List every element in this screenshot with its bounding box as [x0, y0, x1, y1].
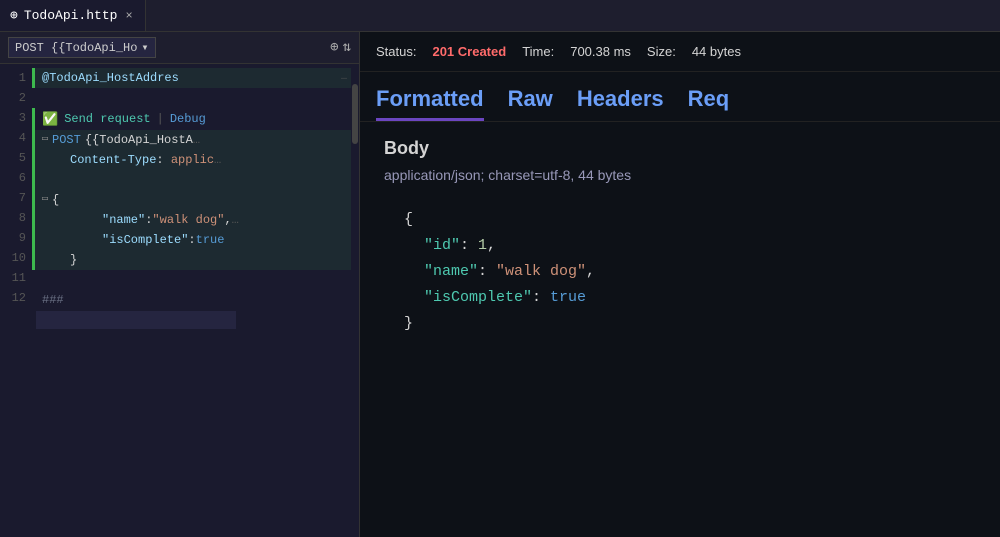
brace-open: { [52, 190, 59, 210]
post-keyword: POST [52, 130, 81, 150]
line-num-3: 3 [0, 108, 32, 128]
dropdown-arrow-icon: ▾ [141, 40, 148, 55]
tab-close-button[interactable]: × [123, 7, 134, 25]
line-num-11: 11 [0, 268, 32, 288]
status-code: 201 Created [432, 44, 506, 59]
code-content-area[interactable]: @TodoApi_HostAddres… ✅ Send request | [32, 64, 359, 537]
send-request-button[interactable]: Send request [64, 112, 150, 126]
tab-bar: ⊕ TodoApi.http × [0, 0, 1000, 32]
send-divider: | [157, 112, 164, 126]
json-line-iscomplete: "isComplete": true [404, 285, 976, 311]
line-num-2: 2 [0, 88, 32, 108]
request-bar-actions: ⊕ ⇅ [330, 39, 351, 56]
send-request-bar: ✅ Send request | Debug [32, 108, 359, 130]
response-panel: Status: 201 Created Time: 700.38 ms Size… [360, 32, 1000, 537]
content-type-info: application/json; charset=utf-8, 44 byte… [384, 167, 976, 183]
line-num-4: 4 [0, 128, 32, 148]
line-num-7: 7 [0, 188, 32, 208]
code-line-6: ▭ { [32, 190, 359, 210]
response-body: Body application/json; charset=utf-8, 44… [360, 122, 1000, 537]
tab-pin-icon: ⊕ [10, 8, 18, 23]
line-num-5: 5 [0, 148, 32, 168]
collapse-icon-3[interactable]: ▭ [42, 130, 48, 150]
green-bar-9 [32, 250, 35, 270]
post-url: {{TodoApi_HostA… [85, 130, 200, 150]
code-line-10 [32, 270, 359, 290]
code-line-3: ▭ POST {{TodoApi_HostA… [32, 130, 359, 150]
debug-button[interactable]: Debug [170, 112, 206, 126]
line-numbers: 1 2 3 4 5 6 7 8 9 10 11 12 [0, 64, 32, 537]
green-bar-8 [32, 230, 35, 250]
tab-filename: TodoApi.http [24, 8, 118, 23]
status-label: Status: [376, 44, 416, 59]
split-icon[interactable]: ⇅ [343, 39, 351, 56]
brace-close: } [48, 250, 77, 270]
request-bar: POST {{TodoApi_Ho ▾ ⊕ ⇅ [0, 32, 359, 64]
json-iscomplete-line: "isComplete":true [64, 230, 224, 250]
time-value: 700.38 ms [570, 44, 631, 59]
request-method-selector[interactable]: POST {{TodoApi_Ho ▾ [8, 37, 156, 58]
size-label: Size: [647, 44, 676, 59]
tab-todoapi[interactable]: ⊕ TodoApi.http × [0, 0, 146, 31]
code-line-2 [32, 88, 359, 108]
size-value: 44 bytes [692, 44, 741, 59]
code-line-1: @TodoApi_HostAddres… [32, 68, 359, 88]
line-num-8: 8 [0, 208, 32, 228]
code-line-5 [32, 170, 359, 190]
green-bar-2 [32, 88, 35, 108]
tab-formatted[interactable]: Formatted [376, 86, 484, 121]
green-bar-6 [32, 190, 35, 210]
response-tabs: Formatted Raw Headers Req [360, 72, 1000, 122]
scrollbar-thumb[interactable] [352, 84, 358, 144]
code-lines: @TodoApi_HostAddres… ✅ Send request | [32, 64, 359, 334]
json-name-line: "name":"walk dog",… [64, 210, 239, 230]
editor-panel: POST {{TodoApi_Ho ▾ ⊕ ⇅ 1 2 3 4 5 6 7 8 … [0, 32, 360, 537]
green-bar-send [32, 108, 35, 130]
separator-line: ### [36, 290, 64, 310]
line-num-6: 6 [0, 168, 32, 188]
body-heading: Body [384, 138, 976, 159]
main-content: POST {{TodoApi_Ho ▾ ⊕ ⇅ 1 2 3 4 5 6 7 8 … [0, 32, 1000, 537]
send-check-icon: ✅ [42, 112, 58, 127]
editor-scrollbar[interactable] [351, 64, 359, 537]
line-num-1: 1 [0, 68, 32, 88]
green-bar-4 [32, 150, 35, 170]
line-num-12: 12 [0, 288, 32, 308]
line-num-9: 9 [0, 228, 32, 248]
code-line-8: "isComplete":true [32, 230, 359, 250]
code-line-12 [32, 310, 359, 330]
green-bar-3 [32, 130, 35, 150]
code-line-11: ### [32, 290, 359, 310]
json-line-close-brace: } [404, 311, 976, 337]
time-label: Time: [522, 44, 554, 59]
json-line-name: "name": "walk dog", [404, 259, 976, 285]
status-bar: Status: 201 Created Time: 700.38 ms Size… [360, 32, 1000, 72]
tab-req[interactable]: Req [688, 86, 730, 121]
collapse-icon-6[interactable]: ▭ [42, 190, 48, 210]
add-request-icon[interactable]: ⊕ [330, 39, 338, 56]
content-type-line: Content-Type: applic… [48, 150, 221, 170]
json-line-open-brace: { [404, 207, 976, 233]
line-num-10: 10 [0, 248, 32, 268]
input-area-12[interactable] [36, 311, 236, 329]
request-method-label: POST {{TodoApi_Ho [15, 41, 137, 55]
green-bar-1 [32, 68, 35, 88]
green-bar-7 [32, 210, 35, 230]
code-text-1: @TodoApi_HostAddres… [36, 68, 179, 88]
code-line-7: "name":"walk dog",… [32, 210, 359, 230]
json-line-id: "id": 1, [404, 233, 976, 259]
json-viewer: { "id": 1, "name": "walk dog", "isComple… [384, 203, 976, 341]
tab-raw[interactable]: Raw [508, 86, 553, 121]
green-bar-5 [32, 170, 35, 190]
code-line-4: Content-Type: applic… [32, 150, 359, 170]
code-line-9: } [32, 250, 359, 270]
code-editor: 1 2 3 4 5 6 7 8 9 10 11 12 @TodoA [0, 64, 359, 537]
tab-headers[interactable]: Headers [577, 86, 664, 121]
